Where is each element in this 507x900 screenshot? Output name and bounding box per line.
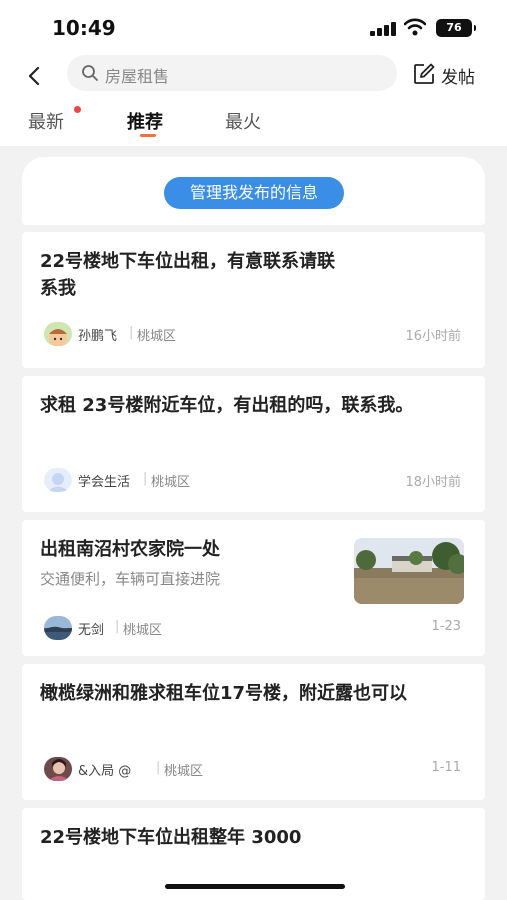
manage-card: 管理我发布的信息 xyxy=(22,157,485,225)
avatar xyxy=(44,616,72,640)
search-icon xyxy=(82,65,98,81)
manage-my-posts-button[interactable]: 管理我发布的信息 xyxy=(164,177,344,209)
avatar xyxy=(44,757,72,781)
post-card[interactable]: 橄榄绿洲和雅求租车位17号楼，附近露也可以 &入局 @ | 桃城区 1-11 xyxy=(22,664,485,800)
wifi-icon xyxy=(404,18,426,36)
search-input[interactable]: 房屋租售 xyxy=(67,55,397,91)
avatar xyxy=(44,468,72,492)
post-card[interactable]: 求租 23号楼附近车位，有出租的吗，联系我。 学会生活 | 桃城区 18小时前 xyxy=(22,376,485,512)
cellular-signal-icon xyxy=(370,22,398,36)
back-button[interactable] xyxy=(18,60,50,92)
post-region: 桃城区 xyxy=(151,475,191,490)
meta-separator: | xyxy=(143,471,148,486)
post-time: 1-11 xyxy=(431,760,461,775)
meta-separator: | xyxy=(129,325,134,340)
status-bar: 10:49 76 xyxy=(0,0,507,54)
post-title: 橄榄绿洲和雅求租车位17号楼，附近露也可以 xyxy=(40,683,408,704)
post-title: 出租南沼村农家院一处 xyxy=(40,539,220,560)
search-placeholder: 房屋租售 xyxy=(105,67,170,86)
post-author: &入局 @ xyxy=(78,764,132,779)
post-author: 孙鹏飞 xyxy=(78,329,118,344)
post-region: 桃城区 xyxy=(123,623,163,638)
post-title: 求租 23号楼附近车位，有出租的吗，联系我。 xyxy=(40,395,414,416)
post-button-label: 发帖 xyxy=(441,68,475,88)
post-thumbnail xyxy=(354,538,464,604)
home-indicator xyxy=(165,884,345,889)
meta-separator: | xyxy=(156,760,161,775)
post-meta: 学会生活 | 桃城区 18小时前 xyxy=(40,466,465,494)
tab-hottest[interactable]: 最火 xyxy=(225,108,261,134)
tab-bar: 最新 推荐 最火 xyxy=(0,98,507,146)
post-author: 学会生活 xyxy=(78,475,131,490)
post-title: 22号楼地下车位出租，有意联系请联系我 xyxy=(40,251,336,299)
post-card[interactable]: 22号楼地下车位出租，有意联系请联系我 孙鹏飞 | 桃城区 16小时前 xyxy=(22,232,485,368)
avatar xyxy=(44,322,72,346)
meta-separator: | xyxy=(115,619,120,634)
active-tab-indicator xyxy=(140,134,156,137)
post-region: 桃城区 xyxy=(137,329,177,344)
post-author: 无剑 xyxy=(78,623,105,638)
status-time: 10:49 xyxy=(52,16,116,40)
tab-latest[interactable]: 最新 xyxy=(28,108,64,134)
post-card[interactable]: 出租南沼村农家院一处 交通便利，车辆可直接进院 无剑 | 桃城区 1-23 xyxy=(22,520,485,656)
post-time: 1-23 xyxy=(431,619,461,634)
new-badge-dot xyxy=(74,106,81,113)
post-meta: 无剑 | 桃城区 1-23 xyxy=(40,614,465,642)
post-button[interactable]: 发帖 xyxy=(412,60,484,88)
post-time: 16小时前 xyxy=(405,329,461,344)
battery-icon: 76 xyxy=(436,19,476,37)
header: 房屋租售 发帖 xyxy=(0,54,507,98)
post-meta: 孙鹏飞 | 桃城区 16小时前 xyxy=(40,320,465,348)
tab-recommended[interactable]: 推荐 xyxy=(127,108,163,134)
post-meta: &入局 @ | 桃城区 1-11 xyxy=(40,755,465,783)
post-region: 桃城区 xyxy=(164,764,204,779)
post-title: 22号楼地下车位出租整年 3000 xyxy=(40,827,302,848)
post-subtitle: 交通便利，车辆可直接进院 xyxy=(40,570,221,588)
post-time: 18小时前 xyxy=(405,475,461,490)
edit-icon xyxy=(414,63,435,84)
chevron-left-icon xyxy=(28,66,40,86)
